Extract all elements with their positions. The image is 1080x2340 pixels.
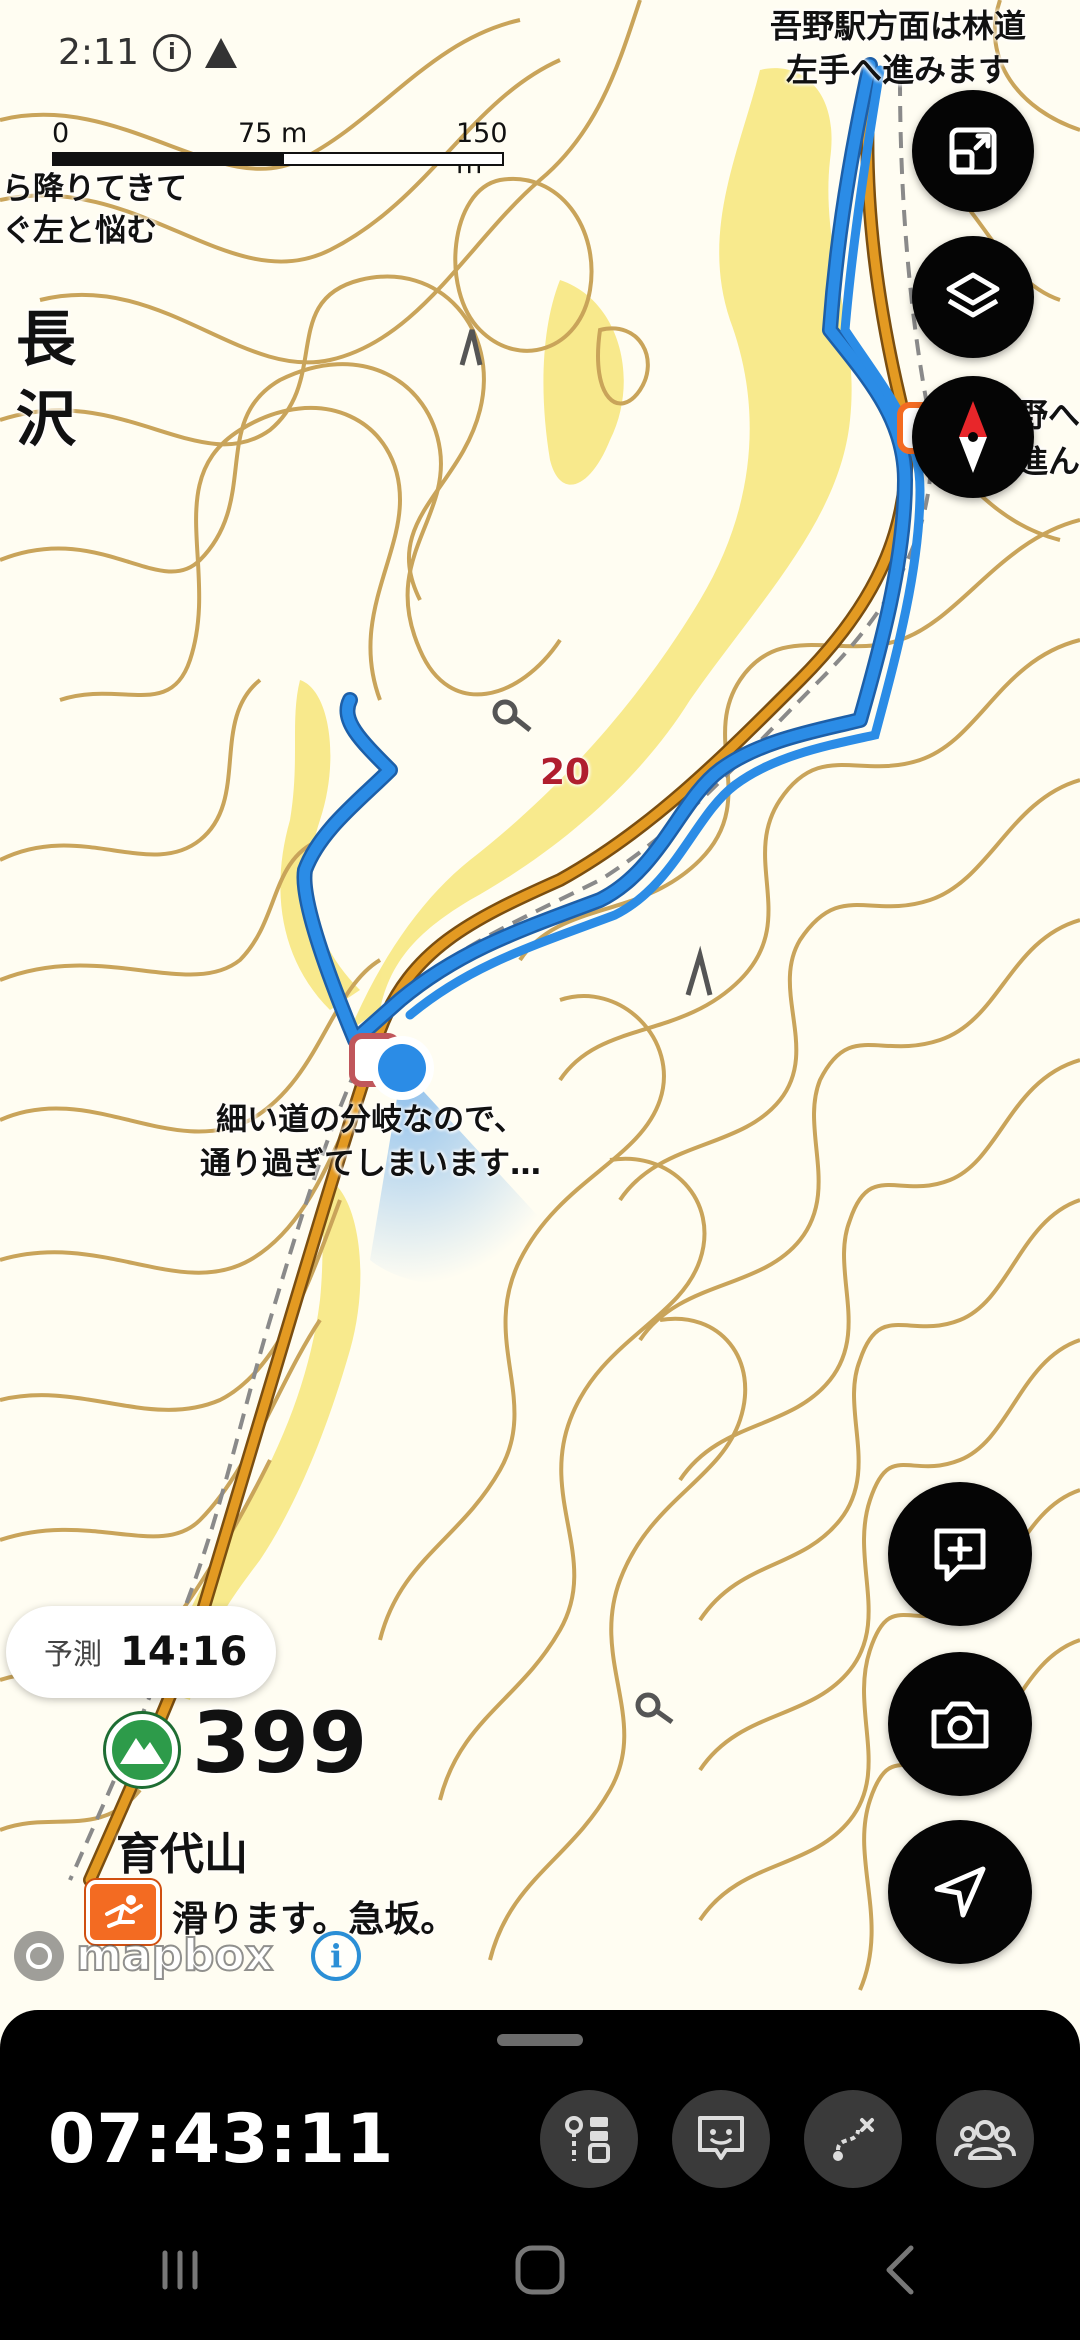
summit-symbols (459, 329, 713, 1725)
elapsed-timer: 07:43:11 (48, 2100, 395, 2179)
note-top-right-line1: 吾野駅方面は林道 (770, 7, 1027, 45)
waypoint-number: 20 (540, 752, 591, 793)
route-distance-icon (565, 2116, 610, 2163)
feedback-button[interactable] (672, 2090, 770, 2188)
route-edit-button[interactable] (804, 2090, 902, 2188)
eta-time: 14:16 (120, 1629, 248, 1675)
back-icon (886, 2245, 914, 2295)
home-icon (515, 2245, 565, 2295)
recent-apps-button[interactable] (0, 2200, 360, 2340)
camera-button[interactable] (888, 1652, 1032, 1796)
mapbox-wordmark: mapbox (75, 1929, 274, 1982)
system-navigation-bar (0, 2200, 1080, 2340)
eta-label: 予測 (44, 1637, 103, 1671)
place-name: 長 沢 (16, 300, 76, 460)
my-location-button[interactable] (888, 1820, 1032, 1964)
group-button[interactable] (936, 2090, 1034, 2188)
route-distance-button[interactable] (540, 2090, 638, 2188)
route-edit-icon (833, 2118, 874, 2161)
mountain-icon[interactable] (106, 1714, 178, 1786)
compass-button[interactable] (912, 376, 1034, 498)
info-circle-icon: i (152, 33, 191, 72)
current-location-dot (378, 1044, 426, 1092)
status-bar: 2:11 i (58, 32, 237, 73)
layers-icon (946, 272, 1000, 318)
note-branch[interactable]: 細い道の分岐なので、 通り過ぎてしまいます… (200, 1098, 541, 1186)
note-branch-line1: 細い道の分岐なので、 (216, 1102, 525, 1138)
note-branch-line2: 通り過ぎてしまいます… (200, 1146, 541, 1182)
attribution-info-icon[interactable]: i (311, 1930, 362, 1981)
feedback-icon (698, 2116, 744, 2160)
map-attribution: mapbox i (14, 1929, 362, 1982)
add-memo-icon (934, 1528, 986, 1582)
scale-label-0: 0 (52, 118, 70, 149)
mapbox-logo-icon (14, 1930, 64, 1981)
note-top-right[interactable]: 吾野駅方面は林道 左手へ進みます (770, 4, 1026, 92)
summit-name: 育代山 (116, 1829, 248, 1880)
note-left[interactable]: ら降りてきて ぐ左と悩む (2, 168, 187, 252)
bottom-panel: 07:43:11 (0, 2010, 1080, 2340)
layers-button[interactable] (912, 236, 1034, 358)
place-name-line1: 長 (16, 305, 76, 375)
add-memo-button[interactable] (888, 1482, 1032, 1626)
back-button[interactable] (720, 2200, 1080, 2340)
home-button[interactable] (360, 2200, 720, 2340)
compass-icon (959, 401, 987, 473)
map-view[interactable]: 2:11 i 0 75 m 150 m 吾野駅方面は林道 左手へ進みます ら降り… (0, 0, 1080, 2010)
fit-route-icon (949, 127, 997, 175)
note-top-right-line2: 左手へ進みます (786, 51, 1011, 89)
place-name-line2: 沢 (16, 385, 76, 455)
scale-label-150: 150 m (456, 118, 508, 180)
camera-icon (931, 1701, 989, 1749)
scale-label-75: 75 m (238, 118, 308, 149)
group-icon (954, 2120, 1016, 2160)
scale-bar-graphic (52, 152, 504, 166)
triangle-icon (204, 37, 237, 68)
note-left-line2: ぐ左と悩む (2, 213, 157, 249)
fit-route-button[interactable] (912, 90, 1034, 212)
clock: 2:11 (58, 32, 139, 73)
navigation-arrow-icon (934, 1866, 986, 1918)
scale-bar: 0 75 m 150 m (52, 118, 508, 180)
drag-handle[interactable] (497, 2034, 583, 2046)
recent-apps-icon (162, 2250, 198, 2290)
eta-prediction[interactable]: 予測 14:16 (6, 1606, 276, 1698)
summit-elevation: 399 (192, 1694, 368, 1792)
note-left-line1: ら降りてきて (2, 171, 188, 207)
